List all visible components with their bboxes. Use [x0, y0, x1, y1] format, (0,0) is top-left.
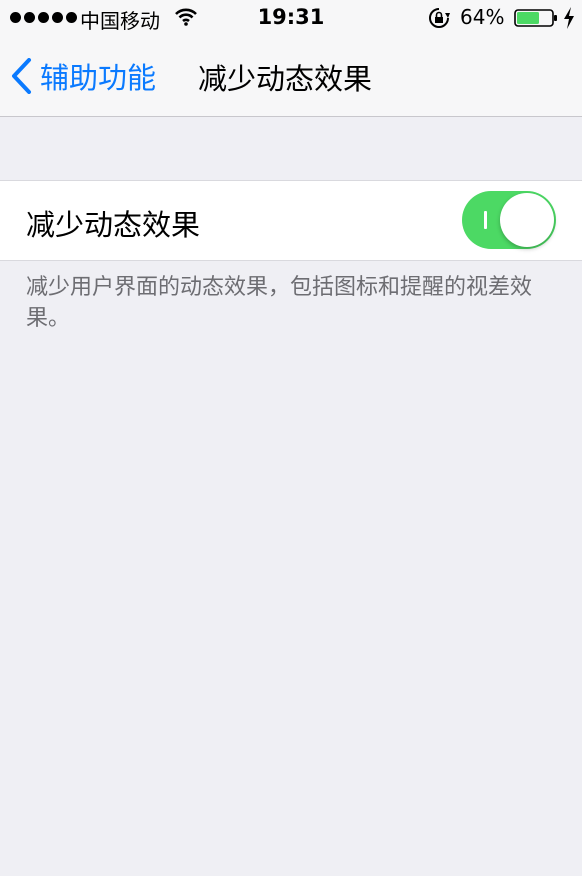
back-button-label: 辅助功能: [40, 61, 157, 95]
page-title: 减少动态效果: [198, 62, 373, 96]
status-bar: 中国移动 19:31 64%: [0, 0, 582, 36]
setting-description: 减少用户界面的动态效果，包括图标和提醒的视差效果。: [26, 275, 533, 331]
reduce-motion-toggle[interactable]: [462, 191, 556, 249]
settings-group: 减少动态效果: [0, 180, 582, 261]
rotation-lock-icon: [429, 8, 450, 28]
toggle-knob: [500, 193, 554, 247]
charging-bolt-icon: [564, 7, 574, 29]
battery-percent: 64%: [460, 5, 505, 29]
navigation-bar: 辅助功能 减少动态效果: [0, 36, 582, 117]
chevron-left-icon: [12, 58, 31, 94]
back-button[interactable]: 辅助功能: [10, 54, 156, 98]
toggle-on-indicator: [484, 211, 487, 229]
battery-icon: [514, 9, 557, 27]
reduce-motion-label: 减少动态效果: [26, 208, 201, 242]
